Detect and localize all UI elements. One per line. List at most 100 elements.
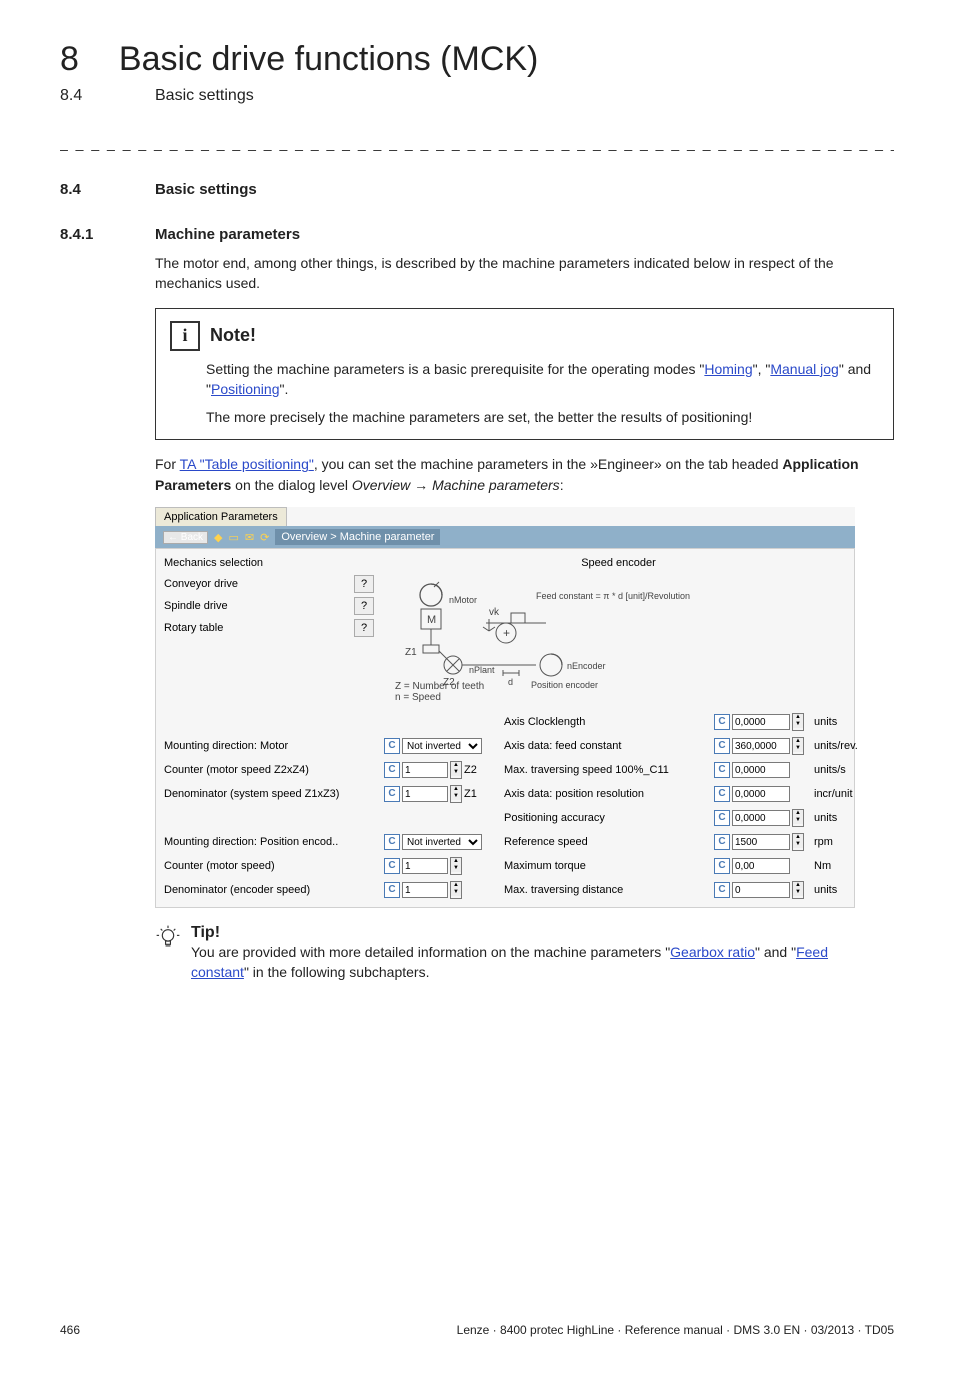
mounting-direction-select[interactable]: Not inverted xyxy=(402,834,482,850)
nav-icon[interactable]: ◆ xyxy=(214,531,222,544)
svg-text:Position encoder: Position encoder xyxy=(531,680,598,690)
param-right-label: Axis Clocklength xyxy=(504,716,714,728)
c-badge[interactable]: C xyxy=(714,882,730,898)
param-right-label: Reference speed xyxy=(504,836,714,848)
mounting-direction-select[interactable]: Not inverted xyxy=(402,738,482,754)
param-unit: units xyxy=(814,812,854,824)
spinner[interactable]: ▲▼ xyxy=(450,881,462,899)
spinner[interactable]: ▲▼ xyxy=(792,809,804,827)
link-gearbox-ratio[interactable]: Gearbox ratio xyxy=(670,944,755,960)
svg-text:vk: vk xyxy=(489,607,500,618)
c-badge[interactable]: C xyxy=(384,762,400,778)
link-homing[interactable]: Homing xyxy=(704,361,752,377)
spinner[interactable]: ▲▼ xyxy=(450,857,462,875)
back-button[interactable]: ← Back xyxy=(163,531,208,544)
svg-text:nPlant: nPlant xyxy=(469,665,495,675)
param-left-label: Mounting direction: Position encod.. xyxy=(164,836,384,848)
chapter-number: 8 xyxy=(60,40,79,79)
svg-text:nEncoder: nEncoder xyxy=(567,661,606,671)
section-8-4-1-title: Machine parameters xyxy=(155,226,300,243)
param-right-input[interactable] xyxy=(732,762,790,778)
rect-icon[interactable]: ▭ xyxy=(228,531,238,544)
spinner[interactable]: ▲▼ xyxy=(450,761,462,779)
mech-spindle-label: Spindle drive xyxy=(164,600,228,612)
param-right-input[interactable] xyxy=(732,786,790,802)
param-right-input[interactable] xyxy=(732,810,790,826)
param-right-label: Max. traversing speed 100%_C11 xyxy=(504,764,714,776)
tab-application-parameters[interactable]: Application Parameters xyxy=(155,507,287,526)
c-badge[interactable]: C xyxy=(384,834,400,850)
section-8-4-1-number: 8.4.1 xyxy=(60,226,115,243)
param-unit: units/rev. xyxy=(814,740,854,752)
c-badge[interactable]: C xyxy=(384,786,400,802)
breadcrumb-path: Overview > Machine parameter xyxy=(275,529,440,545)
svg-text:d: d xyxy=(508,677,513,687)
tip-lightbulb-icon xyxy=(155,924,181,983)
param-right-label: Positioning accuracy xyxy=(504,812,714,824)
param-left-label: Mounting direction: Motor xyxy=(164,740,384,752)
spinner[interactable]: ▲▼ xyxy=(792,833,804,851)
paragraph-engineer: For TA "Table positioning", you can set … xyxy=(155,454,894,495)
param-left-input[interactable] xyxy=(402,858,448,874)
param-left-label: Denominator (system speed Z1xZ3) xyxy=(164,788,384,800)
svg-text:Z1: Z1 xyxy=(405,647,417,658)
param-unit: rpm xyxy=(814,836,854,848)
c-badge[interactable]: C xyxy=(714,858,730,874)
c-badge[interactable]: C xyxy=(714,738,730,754)
spinner[interactable]: ▲▼ xyxy=(792,881,804,899)
param-suffix: Z1 xyxy=(464,788,477,800)
c-badge[interactable]: C xyxy=(384,738,400,754)
param-left-label: Denominator (encoder speed) xyxy=(164,884,384,896)
c-badge[interactable]: C xyxy=(384,858,400,874)
section-title-header: Basic settings xyxy=(155,87,254,105)
note-line-1: Setting the machine parameters is a basi… xyxy=(206,359,879,400)
param-unit: units xyxy=(814,884,854,896)
param-left-input[interactable] xyxy=(402,786,448,802)
param-left-input[interactable] xyxy=(402,762,448,778)
help-conveyor-button[interactable]: ? xyxy=(354,575,374,593)
param-unit: units xyxy=(814,716,854,728)
c-badge[interactable]: C xyxy=(714,786,730,802)
param-unit: Nm xyxy=(814,860,854,872)
mech-conveyor-label: Conveyor drive xyxy=(164,578,238,590)
param-left-input[interactable] xyxy=(402,882,448,898)
param-right-input[interactable] xyxy=(732,714,790,730)
param-unit: units/s xyxy=(814,764,854,776)
section-number-header: 8.4 xyxy=(60,87,115,105)
chapter-title: Basic drive functions (MCK) xyxy=(119,40,538,79)
c-badge[interactable]: C xyxy=(714,714,730,730)
c-badge[interactable]: C xyxy=(384,882,400,898)
section-8-4-title: Basic settings xyxy=(155,181,257,198)
help-rotary-button[interactable]: ? xyxy=(354,619,374,637)
param-left-label: Counter (motor speed) xyxy=(164,860,384,872)
svg-text:M: M xyxy=(427,614,436,626)
param-unit: incr/unit xyxy=(814,788,854,800)
c-badge[interactable]: C xyxy=(714,810,730,826)
link-positioning[interactable]: Positioning xyxy=(211,381,280,397)
param-right-input[interactable] xyxy=(732,834,790,850)
spinner[interactable]: ▲▼ xyxy=(792,713,804,731)
c-badge[interactable]: C xyxy=(714,762,730,778)
param-right-label: Max. traversing distance xyxy=(504,884,714,896)
page-number: 466 xyxy=(60,1323,80,1337)
mechanics-selection-label: Mechanics selection xyxy=(164,557,374,569)
link-ta-table-positioning[interactable]: TA "Table positioning" xyxy=(180,456,314,472)
help-spindle-button[interactable]: ? xyxy=(354,597,374,615)
note-line-2: The more precisely the machine parameter… xyxy=(206,407,879,427)
param-right-input[interactable] xyxy=(732,858,790,874)
refresh-icon[interactable]: ⟳ xyxy=(260,531,269,544)
spinner[interactable]: ▲▼ xyxy=(450,785,462,803)
tip-body: You are provided with more detailed info… xyxy=(191,942,871,983)
gear-icon[interactable]: ✉ xyxy=(245,531,254,544)
divider-dashes: _ _ _ _ _ _ _ _ _ _ _ _ _ _ _ _ _ _ _ _ … xyxy=(60,135,894,151)
svg-text:+: + xyxy=(503,626,510,640)
param-right-input[interactable] xyxy=(732,882,790,898)
application-parameters-panel: Application Parameters ← Back ◆ ▭ ✉ ⟳ Ov… xyxy=(155,507,855,908)
link-manual-jog[interactable]: Manual jog xyxy=(770,361,839,377)
mech-rotary-label: Rotary table xyxy=(164,622,223,634)
c-badge[interactable]: C xyxy=(714,834,730,850)
footer-reference: Lenze · 8400 protec HighLine · Reference… xyxy=(457,1323,894,1337)
spinner[interactable]: ▲▼ xyxy=(792,737,804,755)
param-right-input[interactable] xyxy=(732,738,790,754)
speed-encoder-label: Speed encoder xyxy=(391,557,846,569)
